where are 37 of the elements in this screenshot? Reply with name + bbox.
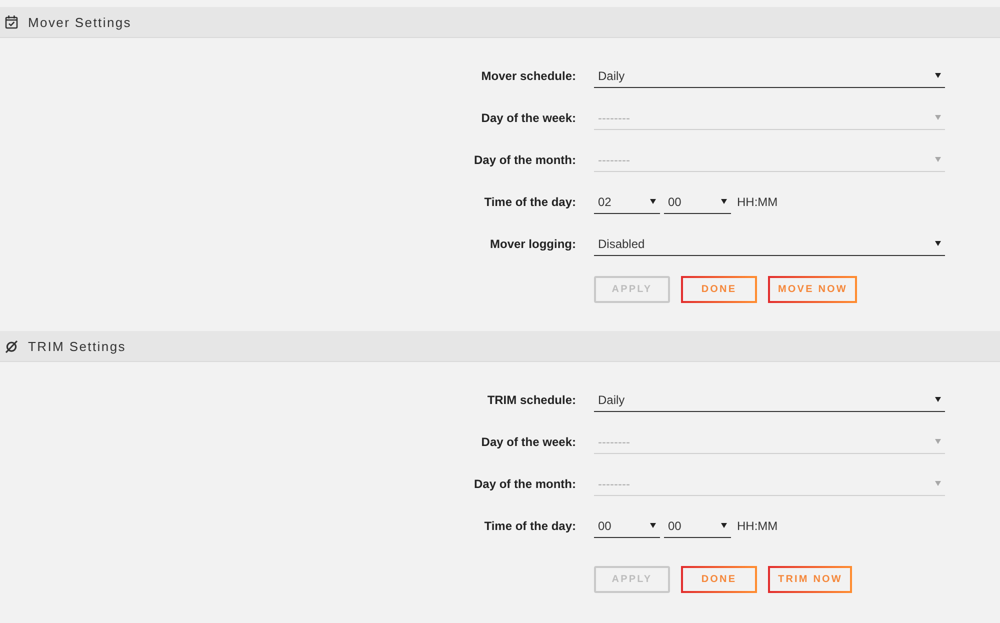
dropdown-field[interactable]: Daily: [594, 388, 945, 412]
minute-dropdown[interactable]: 00: [664, 514, 731, 538]
hour-dropdown[interactable]: 00: [594, 514, 660, 538]
calendar-check-icon: [5, 15, 18, 29]
field-label: Day of the week:: [481, 435, 576, 449]
done-button[interactable]: DONE: [681, 276, 757, 303]
field-label: Day of the month:: [474, 153, 576, 167]
caret-icon: [935, 439, 941, 444]
caret-icon: [650, 523, 656, 528]
field-label: Time of the day:: [484, 195, 576, 209]
caret-icon: [721, 199, 727, 204]
dropdown-field[interactable]: Disabled: [594, 232, 945, 256]
field-label: Day of the month:: [474, 477, 576, 491]
hour-dropdown[interactable]: 02: [594, 190, 660, 214]
field-label: TRIM schedule:: [487, 393, 576, 407]
caret-icon: [650, 199, 656, 204]
field-label: Time of the day:: [484, 519, 576, 533]
section-title: TRIM Settings: [28, 338, 126, 354]
time-format-label: HH:MM: [737, 195, 778, 209]
done-button[interactable]: DONE: [681, 566, 757, 593]
field-label: Mover schedule:: [481, 69, 576, 83]
slashed-circle-icon: [5, 340, 18, 352]
field-label: Day of the week:: [481, 111, 576, 125]
caret-icon: [935, 115, 941, 120]
caret-icon: [721, 523, 727, 528]
dropdown-field[interactable]: Daily: [594, 64, 945, 88]
trim-now-button[interactable]: TRIM NOW: [768, 566, 852, 593]
caret-icon: [935, 397, 941, 402]
move-now-button[interactable]: MOVE NOW: [768, 276, 858, 303]
caret-icon: [935, 73, 941, 78]
caret-icon: [935, 157, 941, 162]
minute-dropdown[interactable]: 00: [664, 190, 731, 214]
caret-icon: [935, 241, 941, 246]
time-format-label: HH:MM: [737, 519, 778, 533]
caret-icon: [935, 481, 941, 486]
field-label: Mover logging:: [490, 237, 576, 251]
section-title: Mover Settings: [28, 14, 132, 30]
